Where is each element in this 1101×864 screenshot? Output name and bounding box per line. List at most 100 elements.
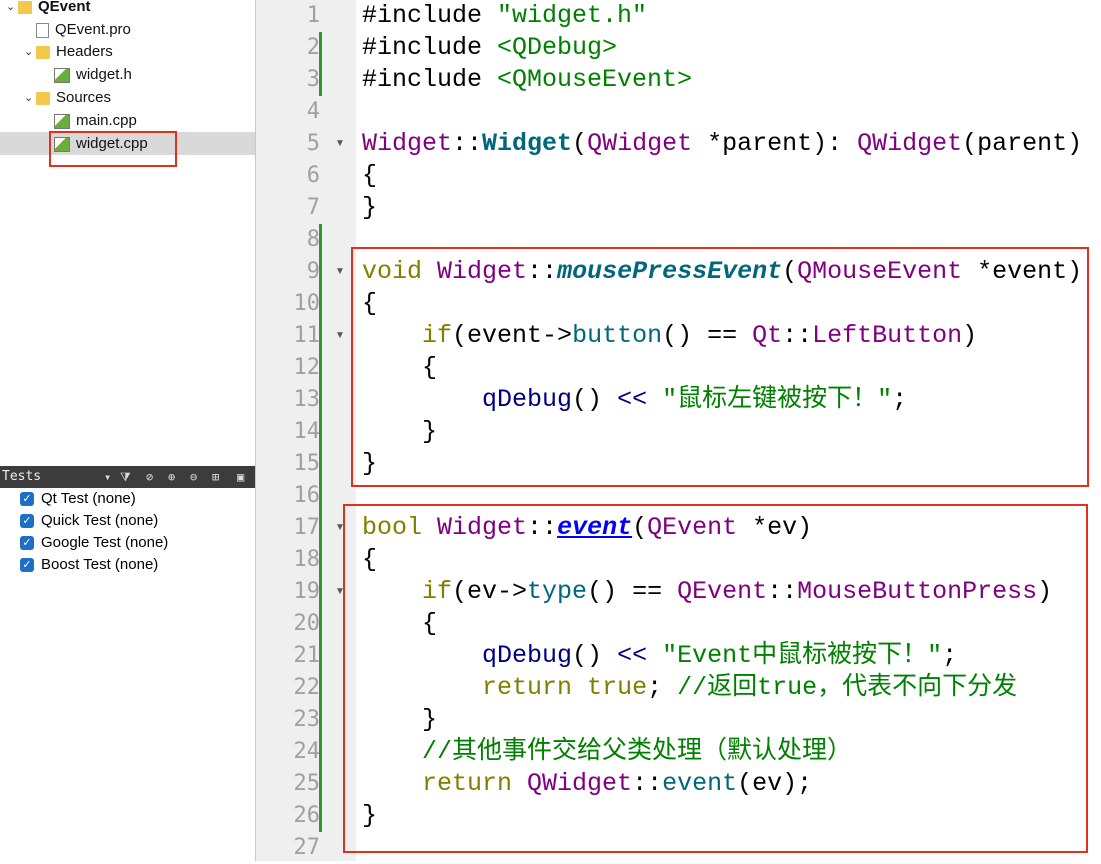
tree-item[interactable]: main.cpp <box>42 110 137 132</box>
change-marker <box>319 384 322 416</box>
line-number: 2 <box>306 35 320 60</box>
fold-arrow-icon[interactable]: ▼ <box>335 128 345 160</box>
line-number: 6 <box>306 163 320 188</box>
tree-item[interactable]: ⌄ Headers <box>24 41 113 63</box>
chevron-down-icon[interactable]: ⌄ <box>6 0 18 18</box>
line-number: 13 <box>293 387 321 412</box>
code-token: #include <box>362 65 498 94</box>
code-token: :: <box>452 129 483 158</box>
tree-item-label: widget.h <box>76 66 132 83</box>
change-marker <box>319 608 322 640</box>
tree-item-label: Sources <box>56 89 112 106</box>
test-item: ✓ Quick Test (none) <box>20 510 158 532</box>
change-marker <box>319 800 322 832</box>
collapse-all-icon[interactable]: ⊖ <box>190 466 197 488</box>
change-marker <box>319 704 322 736</box>
change-marker <box>319 736 322 768</box>
chevron-down-icon[interactable]: ⌄ <box>24 87 36 109</box>
expand-all-icon[interactable]: ⊕ <box>168 466 175 488</box>
test-item-label: Quick Test (none) <box>41 512 159 529</box>
split-icon[interactable]: ⊞ <box>212 466 219 488</box>
code-token: } <box>362 193 378 222</box>
line-number: 18 <box>293 547 321 572</box>
tree-item[interactable]: ⌄ QEvent <box>6 0 91 18</box>
tree-item-label: QEvent.pro <box>55 21 131 38</box>
change-marker <box>319 512 322 544</box>
line-number: 8 <box>306 227 320 252</box>
chevron-down-icon[interactable]: ⌄ <box>24 41 36 63</box>
change-marker <box>319 576 322 608</box>
line-number: 22 <box>293 675 321 700</box>
code-line: 6{ <box>256 160 1101 192</box>
code-text: { <box>362 160 377 192</box>
highlight-box-mousePressEvent <box>351 247 1089 487</box>
change-marker <box>319 64 322 96</box>
code-token: { <box>362 161 378 190</box>
line-number: 25 <box>293 771 321 796</box>
checkbox[interactable]: ✓ <box>20 492 34 506</box>
line-number: 14 <box>293 419 321 444</box>
line-number: 9 <box>306 259 320 284</box>
change-marker <box>319 416 322 448</box>
line-number: 7 <box>306 195 320 220</box>
tree-item-label: Headers <box>56 43 113 60</box>
run-icon[interactable]: ⊘ <box>146 466 153 488</box>
filter-icon[interactable]: ⧩ <box>120 466 131 488</box>
line-number: 3 <box>306 67 320 92</box>
change-marker <box>319 640 322 672</box>
tree-item-label: main.cpp <box>76 112 137 129</box>
code-token: Widget <box>482 129 573 158</box>
line-number: 27 <box>293 835 321 860</box>
change-marker <box>319 32 322 64</box>
line-number: 11 <box>293 323 321 348</box>
change-marker <box>319 448 322 480</box>
code-line: 5 ▼ Widget::Widget(QWidget *parent): QWidg… <box>256 128 1101 160</box>
code-text: Widget::Widget(QWidget *parent): QWidget… <box>362 128 1082 160</box>
code-line: 2 #include <QDebug> <box>256 32 1101 64</box>
change-marker <box>319 256 322 288</box>
line-number: 19 <box>293 579 321 604</box>
line-number: 21 <box>293 643 321 668</box>
tree-item[interactable]: widget.h <box>42 64 132 86</box>
line-number: 1 <box>306 3 320 28</box>
sources-folder-icon <box>36 91 50 105</box>
change-marker <box>319 544 322 576</box>
fold-arrow-icon[interactable]: ▼ <box>335 320 345 352</box>
fold-arrow-icon[interactable]: ▼ <box>335 256 345 288</box>
line-number: 23 <box>293 707 321 732</box>
qt-project-folder-icon <box>18 0 32 14</box>
code-token: #include <box>362 1 498 30</box>
tests-panel-header: Tests ▾ ⧩ ⊘ ⊕ ⊖ ⊞ ▣ <box>0 466 255 488</box>
pro-file-icon <box>36 22 49 38</box>
checkbox[interactable]: ✓ <box>20 536 34 550</box>
code-token: <QDebug> <box>497 33 618 62</box>
close-panel-icon[interactable]: ▣ <box>237 466 244 488</box>
checkbox[interactable]: ✓ <box>20 514 34 528</box>
code-token: <QMouseEvent> <box>497 65 693 94</box>
change-marker <box>319 288 322 320</box>
code-token: Widget <box>362 129 453 158</box>
tree-item[interactable]: ⌄ Sources <box>24 87 111 109</box>
line-number: 15 <box>293 451 321 476</box>
dropdown-arrow-icon[interactable]: ▾ <box>104 466 111 488</box>
highlight-box-widget-cpp <box>49 131 177 167</box>
line-number: 24 <box>293 739 321 764</box>
code-line: 1 #include "widget.h" <box>256 0 1101 32</box>
headers-folder-icon <box>36 45 50 59</box>
test-item-label: Qt Test (none) <box>41 490 136 507</box>
change-marker <box>319 224 322 256</box>
code-text: #include <QMouseEvent> <box>362 64 692 96</box>
header-file-icon <box>54 67 70 83</box>
code-text: #include "widget.h" <box>362 0 647 32</box>
tree-item[interactable]: QEvent.pro <box>24 19 131 41</box>
code-token: QWidget <box>857 129 963 158</box>
line-number: 10 <box>293 291 321 316</box>
code-token: (parent) <box>962 129 1083 158</box>
test-item: ✓ Qt Test (none) <box>20 488 136 510</box>
change-marker <box>319 768 322 800</box>
checkbox[interactable]: ✓ <box>20 558 34 572</box>
test-item-label: Google Test (none) <box>41 534 169 551</box>
code-token: ( <box>572 129 588 158</box>
test-item-label: Boost Test (none) <box>41 556 159 573</box>
change-marker <box>319 672 322 704</box>
